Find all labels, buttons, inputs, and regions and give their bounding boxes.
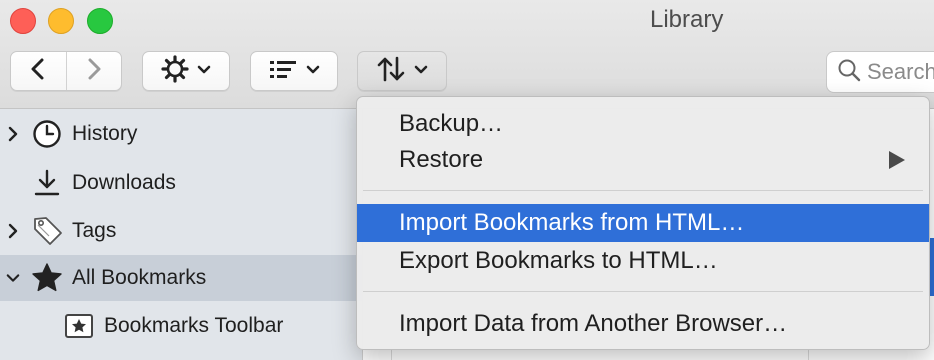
- disclosure-triangle-expanded-icon[interactable]: [6, 271, 20, 285]
- import-export-menu: Backup… Restore Import Bookmarks from HT…: [356, 96, 930, 350]
- chevron-right-icon: [86, 58, 102, 85]
- menu-item-label: Backup…: [399, 110, 504, 137]
- search-placeholder: Search: [867, 59, 934, 84]
- sidebar-item-history[interactable]: History: [0, 111, 362, 157]
- chevron-down-icon: [197, 62, 211, 80]
- minimize-window-button[interactable]: [48, 8, 74, 34]
- sidebar-item-label: History: [72, 122, 138, 145]
- chevron-down-icon: [306, 62, 320, 80]
- menu-item-label: Import Data from Another Browser…: [399, 310, 788, 337]
- sidebar: History Downloads Tags All Bookmarks Boo…: [0, 109, 363, 360]
- forward-button[interactable]: [65, 52, 122, 90]
- list-icon: [268, 58, 298, 85]
- disclosure-triangle-icon[interactable]: [6, 126, 20, 142]
- menu-item-export-bookmarks-html[interactable]: Export Bookmarks to HTML…: [357, 242, 929, 280]
- sidebar-item-bookmarks-toolbar[interactable]: Bookmarks Toolbar: [0, 303, 362, 349]
- menu-separator: [363, 190, 923, 191]
- submenu-arrow-icon: [889, 151, 905, 169]
- zoom-window-button[interactable]: [87, 8, 113, 34]
- import-export-button[interactable]: [357, 51, 447, 91]
- menu-separator: [363, 291, 923, 292]
- tag-icon: [32, 215, 64, 247]
- sidebar-item-label: All Bookmarks: [72, 266, 207, 289]
- disclosure-triangle-icon[interactable]: [6, 223, 20, 239]
- up-down-arrows-icon: [376, 54, 406, 89]
- chevron-left-icon: [30, 58, 46, 85]
- gear-icon: [161, 54, 189, 88]
- window-title: Library: [650, 6, 724, 33]
- back-button[interactable]: [11, 52, 66, 90]
- sidebar-item-downloads[interactable]: Downloads: [0, 160, 362, 206]
- sidebar-item-all-bookmarks[interactable]: All Bookmarks: [0, 255, 362, 301]
- organize-button[interactable]: [142, 51, 230, 91]
- sidebar-item-label: Bookmarks Toolbar: [104, 314, 284, 337]
- menu-item-restore[interactable]: Restore: [357, 141, 929, 179]
- download-icon: [34, 169, 60, 197]
- sidebar-item-label: Tags: [72, 219, 117, 242]
- chevron-down-icon: [414, 62, 428, 80]
- menu-item-backup[interactable]: Backup…: [357, 105, 929, 143]
- search-input[interactable]: Search: [826, 51, 934, 93]
- menu-item-import-other-browser[interactable]: Import Data from Another Browser…: [357, 305, 929, 343]
- star-icon: [31, 262, 63, 294]
- clock-icon: [32, 119, 62, 149]
- menu-item-label: Export Bookmarks to HTML…: [399, 247, 718, 274]
- menu-item-import-bookmarks-html[interactable]: Import Bookmarks from HTML…: [357, 204, 929, 242]
- menu-item-label: Restore: [399, 146, 484, 173]
- bookmark-toolbar-icon: [64, 313, 94, 339]
- titlebar: Library Search: [0, 0, 934, 109]
- menu-item-label: Import Bookmarks from HTML…: [399, 209, 745, 236]
- search-icon: [837, 58, 861, 87]
- close-window-button[interactable]: [10, 8, 36, 34]
- views-button[interactable]: [250, 51, 338, 91]
- sidebar-item-tags[interactable]: Tags: [0, 208, 362, 254]
- sidebar-item-label: Downloads: [72, 171, 176, 194]
- back-forward-group: [10, 51, 122, 91]
